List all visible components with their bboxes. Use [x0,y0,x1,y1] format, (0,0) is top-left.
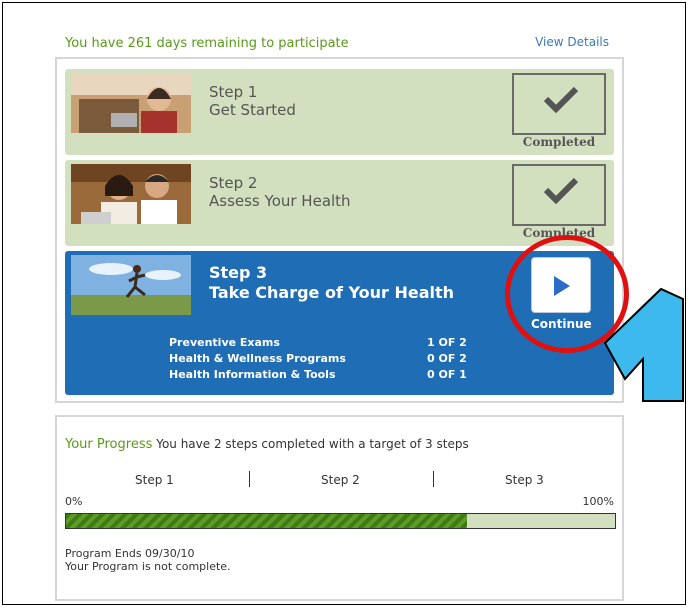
step-1-photo [71,73,191,133]
step-3-details: Preventive Exams 1 OF 2 Health & Wellnes… [169,336,469,384]
step-3-name: Take Charge of Your Health [209,283,455,302]
check-icon [544,86,578,113]
detail-label: Health & Wellness Programs [169,352,346,365]
step-1-name: Get Started [209,101,296,119]
step-3-number: Step 3 [209,263,268,282]
progress-heading: Your Progress You have 2 steps completed… [65,437,469,452]
step-2-photo [71,164,191,224]
step-2-card: Step 2 Assess Your Health Completed [65,160,614,246]
step-3-title: Step 3 Take Charge of Your Health [209,263,454,303]
detail-value: 0 OF 1 [427,368,467,381]
step-2-title: Step 2 Assess Your Health [209,174,351,210]
step-1-card: Step 1 Get Started Completed [65,69,614,155]
detail-value: 0 OF 2 [427,352,467,365]
progress-min-label: 0% [65,495,83,508]
program-end-date: Program Ends 09/30/10 [65,547,195,560]
progress-step-label: Step 3 [505,473,544,487]
check-icon [544,177,578,204]
pointer-arrow-icon [603,283,687,407]
progress-bar-fill [66,514,467,528]
step-2-name: Assess Your Health [209,192,351,210]
progress-panel: Your Progress You have 2 steps completed… [55,415,624,601]
page-frame: You have 261 days remaining to participa… [2,2,686,605]
detail-value: 1 OF 2 [427,336,467,349]
detail-row: Health Information & Tools 0 OF 1 [169,368,469,384]
progress-footer: Program Ends 09/30/10 Your Program is no… [65,547,231,573]
step-1-status: Completed [522,135,596,149]
steps-panel: Step 1 Get Started Completed Step 2 Asse… [55,57,624,403]
step-2-number: Step 2 [209,174,258,192]
progress-step-label: Step 2 [321,473,360,487]
detail-label: Health Information & Tools [169,368,336,381]
step-1-number: Step 1 [209,83,258,101]
progress-step-label: Step 1 [135,473,174,487]
program-status: Your Program is not complete. [65,560,231,573]
progress-max-label: 100% [582,495,614,508]
detail-label: Preventive Exams [169,336,280,349]
detail-row: Preventive Exams 1 OF 2 [169,336,469,352]
progress-title: Your Progress [65,437,153,452]
progress-summary: You have 2 steps completed with a target… [156,437,469,451]
step-1-check-box [512,73,606,135]
days-remaining-message: You have 261 days remaining to participa… [65,36,349,51]
progress-bar [65,513,616,529]
step-2-check-box [512,164,606,226]
view-details-link[interactable]: View Details [535,35,609,49]
step-1-title: Step 1 Get Started [209,83,296,119]
step-divider [433,471,434,487]
step-divider [249,471,250,487]
detail-row: Health & Wellness Programs 0 OF 2 [169,352,469,368]
progress-step-labels: Step 1 Step 2 Step 3 [65,471,616,491]
step-3-photo [71,255,191,315]
